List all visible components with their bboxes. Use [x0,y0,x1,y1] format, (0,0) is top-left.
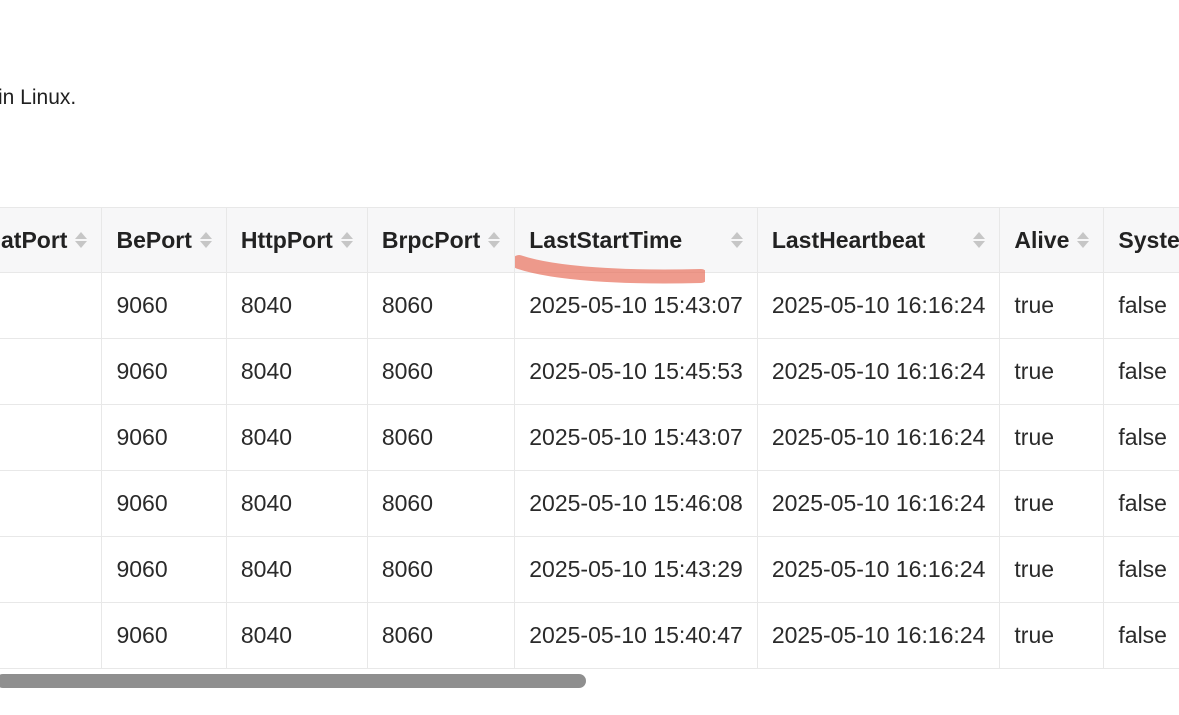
column-header-be-port[interactable]: BePort [101,207,227,273]
table-cell [0,536,103,603]
table-cell: true [999,602,1105,669]
column-header-label: BrpcPort [381,226,481,253]
table-cell: 2025-05-10 16:16:24 [756,404,1001,471]
sort-icon[interactable] [973,232,986,248]
column-header-label: Alive [1014,226,1070,253]
table-cell: 8040 [225,602,368,669]
table-cell: 2025-05-10 16:16:24 [756,602,1001,669]
table-cell: 9060 [101,470,227,537]
sort-icon[interactable] [75,232,88,248]
table-cell: 8040 [225,536,368,603]
table-cell [0,470,103,537]
table-row: 9060 8040 8060 2025-05-10 15:40:47 2025-… [0,602,1179,669]
table-cell: 8060 [366,536,516,603]
table-cell: 8060 [366,338,516,405]
table-cell: 8040 [225,272,368,339]
table-cell: 2025-05-10 16:16:24 [756,470,1001,537]
table-cell: 2025-05-10 15:40:47 [514,602,758,669]
sort-icon[interactable] [1077,232,1090,248]
table-cell [0,338,103,405]
column-header-label: LastStartTime [529,226,683,253]
table-cell: 2025-05-10 15:43:29 [514,536,758,603]
table-cell: 9060 [101,272,227,339]
table-cell [0,602,103,669]
table-cell [0,272,103,339]
table-cell: 2025-05-10 16:16:24 [756,536,1001,603]
horizontal-scrollbar[interactable] [0,672,1179,690]
table-cell: false [1103,536,1179,603]
column-header-system[interactable]: Syste [1103,207,1179,273]
table-cell: 2025-05-10 16:16:24 [756,272,1001,339]
table-cell: 8040 [225,404,368,471]
table-row: 9060 8040 8060 2025-05-10 15:43:29 2025-… [0,536,1179,603]
data-table-container: atPort BePort HttpPort BrpcPort LastStar… [0,207,1179,669]
column-header-heartbeat-port[interactable]: atPort [0,207,103,273]
table-cell: false [1103,470,1179,537]
table-cell: false [1103,602,1179,669]
sort-icon[interactable] [199,232,212,248]
table-cell: 8040 [225,470,368,537]
column-header-label: atPort [1,226,68,253]
table-cell: 2025-05-10 15:43:07 [514,272,758,339]
table-cell: false [1103,272,1179,339]
column-header-last-start-time[interactable]: LastStartTime [514,207,758,273]
column-header-http-port[interactable]: HttpPort [225,207,368,273]
backends-table: atPort BePort HttpPort BrpcPort LastStar… [0,207,1179,669]
table-cell: true [999,272,1105,339]
table-cell: true [999,404,1105,471]
column-header-label: BePort [116,226,192,253]
table-cell: 2025-05-10 16:16:24 [756,338,1001,405]
sort-icon[interactable] [730,232,743,248]
table-cell: 8060 [366,602,516,669]
table-cell: 2025-05-10 15:46:08 [514,470,758,537]
table-cell: 8060 [366,272,516,339]
table-row: 9060 8040 8060 2025-05-10 15:43:07 2025-… [0,404,1179,471]
table-row: 9060 8040 8060 2025-05-10 15:46:08 2025-… [0,470,1179,537]
table-row: 9060 8040 8060 2025-05-10 15:43:07 2025-… [0,272,1179,339]
intro-text: in Linux. [0,86,77,109]
table-cell: true [999,536,1105,603]
column-header-alive[interactable]: Alive [999,207,1105,273]
table-cell: 8060 [366,404,516,471]
column-header-label: Syste [1118,226,1179,253]
column-header-brpc-port[interactable]: BrpcPort [366,207,516,273]
table-cell: 9060 [101,404,227,471]
column-header-label: HttpPort [240,226,333,253]
table-cell: false [1103,338,1179,405]
table-cell: 8040 [225,338,368,405]
table-cell: 9060 [101,536,227,603]
table-cell: 2025-05-10 15:43:07 [514,404,758,471]
sort-icon[interactable] [340,232,353,248]
sort-icon[interactable] [488,232,501,248]
table-cell: 2025-05-10 15:45:53 [514,338,758,405]
table-cell: true [999,470,1105,537]
table-cell: 9060 [101,602,227,669]
table-header-row: atPort BePort HttpPort BrpcPort LastStar… [0,207,1179,273]
table-cell [0,404,103,471]
column-header-label: LastHeartbeat [771,226,926,253]
table-cell: 9060 [101,338,227,405]
table-cell: 8060 [366,470,516,537]
table-cell: true [999,338,1105,405]
scrollbar-thumb[interactable] [0,674,586,688]
table-row: 9060 8040 8060 2025-05-10 15:45:53 2025-… [0,338,1179,405]
column-header-last-heartbeat[interactable]: LastHeartbeat [756,207,1001,273]
table-cell: false [1103,404,1179,471]
